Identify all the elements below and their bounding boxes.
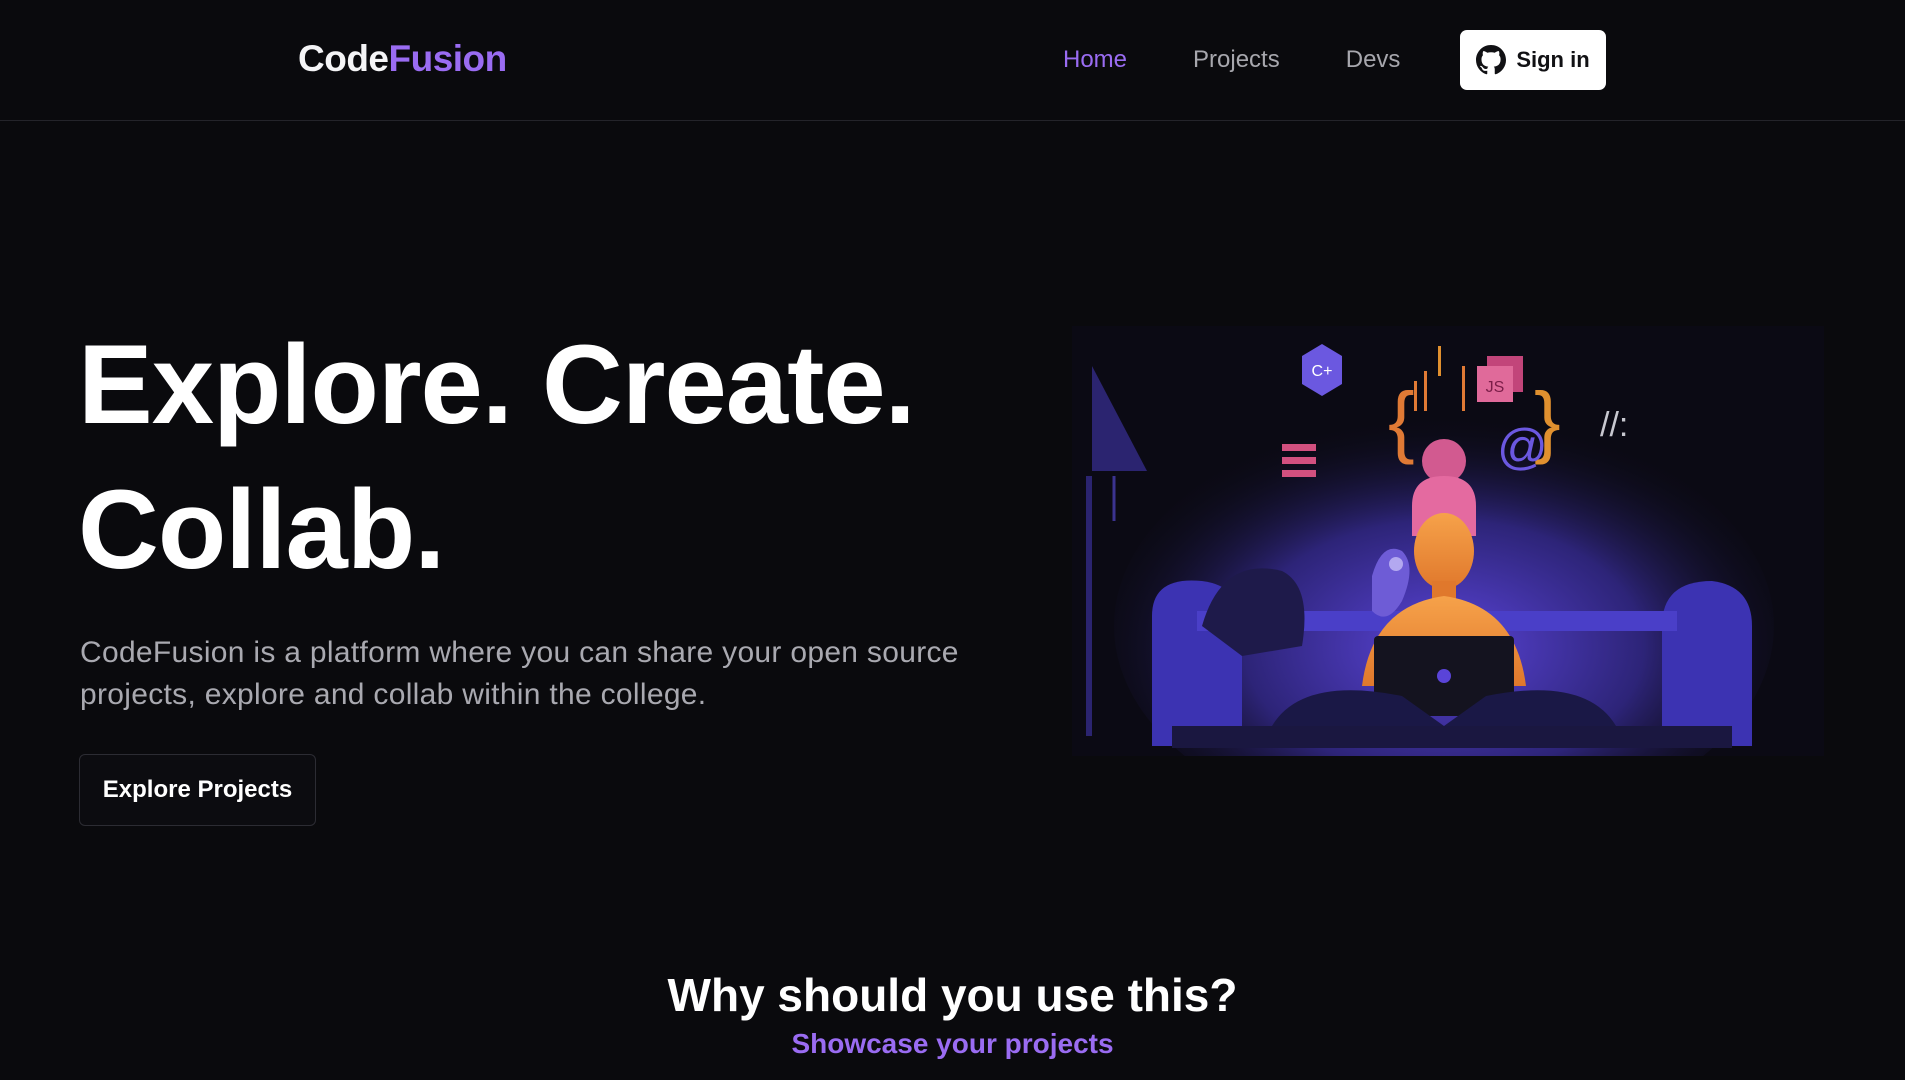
cplusplus-badge-text: C+ [1312, 363, 1333, 380]
logo-code-text: Code [298, 38, 389, 79]
logo-fusion-text: Fusion [388, 38, 508, 79]
svg-text:{: { [1388, 376, 1415, 465]
logo[interactable]: CodeFusion [298, 38, 507, 80]
sign-in-button[interactable]: Sign in [1460, 30, 1606, 90]
navbar: CodeFusion Home Projects Devs Sign in [0, 0, 1905, 121]
nav-links: Home Projects Devs [1063, 46, 1466, 74]
svg-text:@: @ [1497, 419, 1548, 475]
developer-illustration: C+ { } JS @ //: [1072, 326, 1824, 756]
why-section-title: Why should you use this? [667, 969, 1238, 1021]
svg-text://:: //: [1600, 406, 1628, 444]
sign-in-label: Sign in [1516, 47, 1590, 72]
hero-description: CodeFusion is a platform where you can s… [80, 636, 959, 711]
why-section-subtitle: Showcase your projects [791, 1028, 1114, 1059]
github-icon [1476, 45, 1507, 75]
hero-title-line2: Collab. [78, 467, 445, 592]
nav-projects-link[interactable]: Projects [1193, 46, 1280, 74]
hero-title-line1: Explore. Create. [78, 322, 916, 447]
nav-home-link[interactable]: Home [1063, 46, 1127, 74]
js-badge-text: JS [1486, 379, 1505, 396]
nav-devs-link[interactable]: Devs [1346, 46, 1401, 74]
explore-projects-button[interactable]: Explore Projects [79, 754, 316, 826]
hero-title: Explore. Create. Collab. [78, 312, 916, 602]
